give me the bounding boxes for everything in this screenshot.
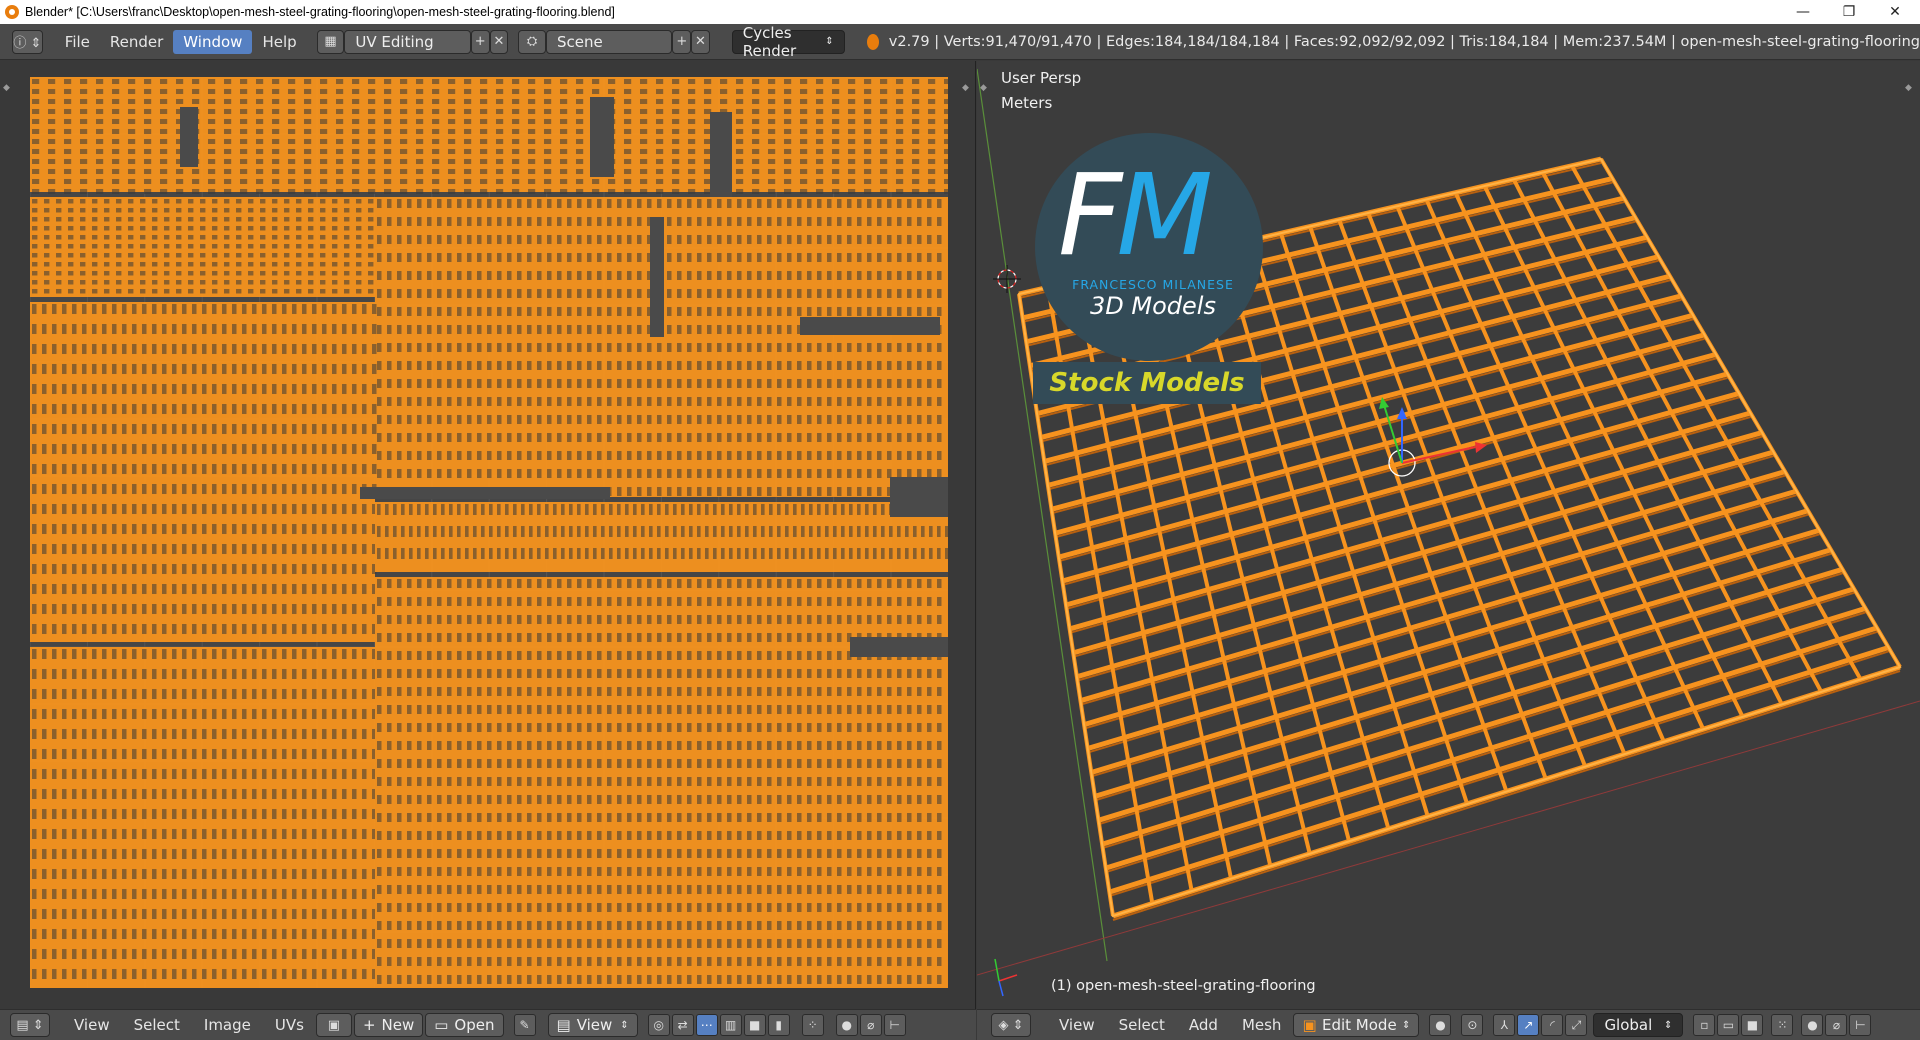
uv-menu-uvs[interactable]: UVs [263,1016,316,1034]
dropdown-arrows-icon: ⇕ [825,36,834,47]
snap-icon[interactable]: ⌀ [859,1014,882,1036]
view3d-menu-view[interactable]: View [1047,1016,1107,1034]
screen-layout-field[interactable]: UV Editing [344,29,471,54]
scene-statistics: v2.79 | Verts:91,470/91,470 | Edges:184,… [888,33,1920,50]
uv-menu-select[interactable]: Select [122,1016,192,1034]
vertex-mode-icon[interactable]: ▫ [1693,1014,1716,1036]
snap-element-icon[interactable]: ⊢ [883,1014,906,1036]
mode-label: Edit Mode [1321,1016,1397,1034]
menu-help[interactable]: Help [252,30,306,54]
pin-icon[interactable]: ✎ [513,1014,536,1036]
add-layout-icon[interactable]: + [470,29,490,54]
active-object-label: (1) open-mesh-steel-grating-flooring [1051,978,1316,994]
watermark-fm-letters: FM [1058,151,1213,281]
uv-image-editor[interactable]: ◆ ◆ [0,61,976,1009]
info-header: ⓘ ⇕ File Render Window Help ▦ UV Editing… [0,24,1920,60]
watermark-subtitle: FRANCESCO MILANESE [1072,277,1234,292]
uv-islands [30,77,948,988]
island-select-icon[interactable]: ▮ [767,1014,790,1036]
menu-file[interactable]: File [55,30,100,54]
edge-select-icon[interactable]: ▥ [719,1014,742,1036]
snap-target-icon[interactable]: ⊢ [1849,1014,1872,1036]
watermark-tagline: 3D Models [1090,292,1216,320]
editor-type-3d-icon[interactable]: ◈ ⇕ [991,1013,1031,1037]
blender-logo-icon [5,5,19,19]
3d-cursor-icon [993,265,1021,293]
3d-view-header: ◈ ⇕ View Select Add Mesh ▣ Edit Mode ⇕ ●… [977,1009,1920,1040]
orientation-label: Global [1604,1016,1653,1034]
uv-menu-view[interactable]: View [62,1016,122,1034]
scene-field[interactable]: Scene [545,29,673,54]
view3d-menu-add[interactable]: Add [1177,1016,1230,1034]
region-toggle-icon[interactable]: ◆ [962,83,972,93]
add-scene-icon[interactable]: + [672,29,692,54]
plus-icon: + [362,1016,376,1034]
edit-mode-icon: ▣ [1302,1016,1317,1034]
edge-mode-icon[interactable]: ▭ [1717,1014,1740,1036]
proportional-editing-icon[interactable]: ● [1801,1014,1824,1036]
image-browse-icon[interactable]: ▣ [315,1013,352,1037]
view3d-menu-mesh[interactable]: Mesh [1230,1016,1294,1034]
blender-logo-icon [866,33,879,50]
sync-selection-icon[interactable]: ⇄ [671,1014,694,1036]
folder-icon: ▭ [434,1016,449,1034]
occlude-geometry-icon[interactable]: ⁙ [1771,1014,1794,1036]
uv-layout[interactable] [30,77,948,988]
manipulator-icon[interactable]: ⅄ [1493,1014,1516,1036]
rotate-manipulator-icon[interactable]: ◜ [1541,1014,1564,1036]
new-image-button[interactable]: + New [353,1013,424,1037]
vertex-select-icon[interactable]: ⋯ [695,1014,718,1036]
dropdown-arrows-icon: ⇕ [1664,1019,1673,1031]
screen-layout-icon[interactable]: ▦ [316,29,345,54]
remove-scene-icon[interactable]: ✕ [691,29,710,54]
minimize-button[interactable]: — [1780,0,1826,24]
units-label: Meters [1001,94,1053,112]
menu-render[interactable]: Render [100,30,173,54]
render-engine-label: Cycles Render [742,23,797,60]
menu-window[interactable]: Window [173,29,253,54]
snap-toggle-icon[interactable]: ⌀ [1825,1014,1848,1036]
open-image-label: Open [454,1016,495,1034]
open-image-button[interactable]: ▭ Open [425,1013,504,1037]
uv-menu-image[interactable]: Image [192,1016,263,1034]
viewport-shading-icon[interactable]: ● [1429,1014,1452,1036]
scene-icon[interactable]: ⛭ [518,29,546,54]
sticky-select-icon[interactable]: ⁘ [801,1014,824,1036]
pivot-icon[interactable]: ◎ [647,1014,670,1036]
view-mode-icon: ▤ [556,1016,571,1034]
scale-manipulator-icon[interactable]: ⤢ [1565,1014,1588,1036]
translate-manipulator-icon[interactable]: ↗ [1517,1014,1540,1036]
editor-type-info-icon[interactable]: ⓘ ⇕ [12,29,43,54]
view-mode-label: View [576,1016,613,1034]
window-title-bar: Blender* [C:\Users\franc\Desktop\open-me… [0,0,1920,24]
editor-type-image-icon[interactable]: ▤ ⇕ [10,1013,50,1037]
close-window-button[interactable]: ✕ [1872,0,1918,24]
pivot-point-icon[interactable]: ⊙ [1461,1014,1484,1036]
dropdown-arrows-icon: ⇕ [1402,1019,1411,1031]
proportional-edit-icon[interactable]: ● [835,1014,858,1036]
view3d-menu-select[interactable]: Select [1107,1016,1177,1034]
face-mode-icon[interactable]: ■ [1741,1014,1764,1036]
window-title: Blender* [C:\Users\franc\Desktop\open-me… [25,5,615,19]
restore-button[interactable]: ❐ [1826,0,1872,24]
uv-editor-header: ▤ ⇕ View Select Image UVs ▣ + New ▭ Open… [0,1009,976,1040]
watermark-banner: Stock Models [1033,362,1261,404]
dropdown-arrows-icon: ⇕ [620,1019,629,1031]
orientation-dropdown[interactable]: Global ⇕ [1593,1013,1684,1037]
view-mode-dropdown[interactable]: ▤ View ⇕ [547,1013,638,1037]
mode-dropdown[interactable]: ▣ Edit Mode ⇕ [1293,1013,1420,1037]
remove-layout-icon[interactable]: ✕ [489,29,509,54]
new-image-label: New [381,1016,415,1034]
view-name-label: User Persp [1001,69,1082,87]
region-toggle-icon[interactable]: ◆ [3,83,13,93]
render-engine-dropdown[interactable]: Cycles Render ⇕ [731,24,845,60]
face-select-icon[interactable]: ■ [743,1014,766,1036]
